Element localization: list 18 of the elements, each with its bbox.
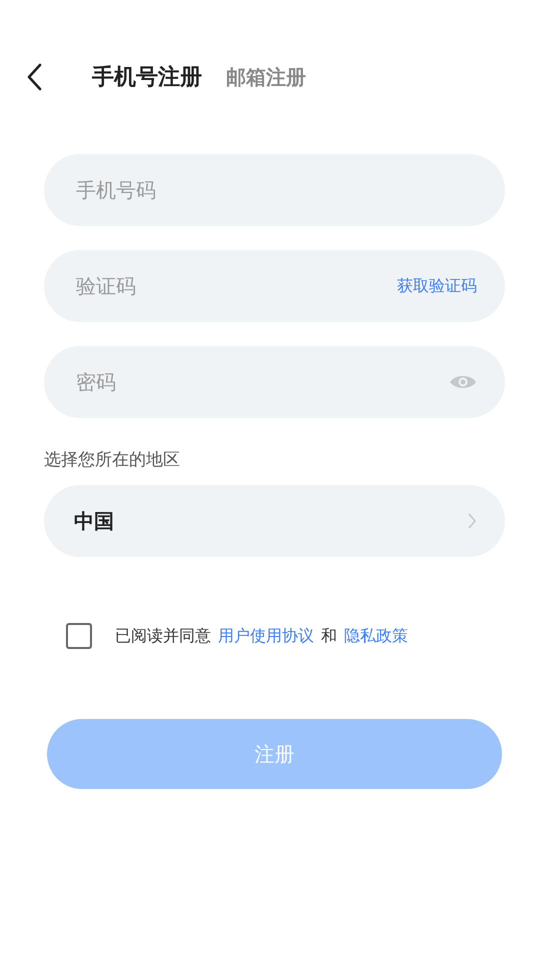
text-input[interactable]: 密码 xyxy=(74,369,449,395)
text-input[interactable]: 手机号码 xyxy=(74,177,477,203)
checkbox[interactable] xyxy=(66,623,92,649)
region-label: 选择您所在的地区 xyxy=(44,449,181,471)
back-icon[interactable] xyxy=(26,63,42,91)
terms-link[interactable]: 用户使用协议 xyxy=(218,626,314,646)
agreement-text: 和 xyxy=(321,626,337,646)
input-field[interactable]: 验证码 获取验证码 xyxy=(44,250,505,322)
privacy-link[interactable]: 隐私政策 xyxy=(344,626,408,646)
agreement-text: 已阅读并同意 xyxy=(115,626,211,646)
input-field[interactable]: 手机号码 xyxy=(44,154,505,226)
tab[interactable]: 手机号注册 xyxy=(92,62,202,92)
input-field[interactable]: 密码 xyxy=(44,346,505,418)
tab[interactable]: 邮箱注册 xyxy=(226,64,306,91)
text-input[interactable]: 验证码 xyxy=(74,273,397,299)
region-select[interactable]: 中国 xyxy=(44,485,505,557)
chevron-icon xyxy=(467,512,477,530)
get-code-link[interactable]: 获取验证码 xyxy=(397,276,477,296)
